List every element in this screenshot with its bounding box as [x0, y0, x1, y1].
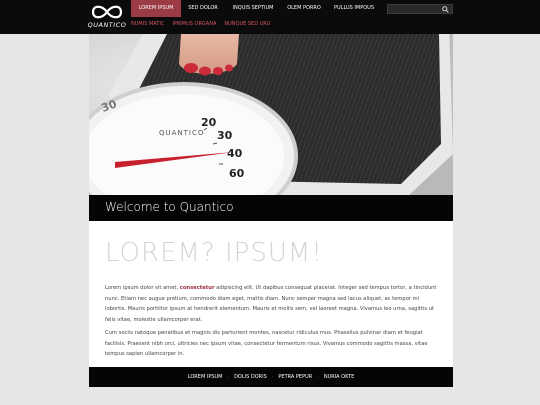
- emphasis-text: consectetur: [179, 285, 215, 291]
- site-logo[interactable]: QUANTICO: [86, 4, 128, 32]
- main-nav: LOREM IPSUM SED DOLOR INQUIS SEPTIUM OLE…: [131, 0, 381, 17]
- footer: LOREM IPSUM · DOLIS DORIS · PETRA PEPUR …: [89, 367, 453, 387]
- hero-image: 30 20 30 40 60 QUANTICO: [89, 34, 453, 195]
- footer-link-nuria-okte[interactable]: NURIA OKTE: [324, 374, 354, 380]
- svg-text:40: 40: [227, 147, 243, 160]
- footer-link-dolis-doris[interactable]: DOLIS DORIS: [234, 374, 267, 380]
- svg-text:30: 30: [217, 129, 233, 142]
- nav-item-pullus-impous[interactable]: PULLUS IMPOUS: [327, 0, 381, 17]
- nav-item-inquis-septium[interactable]: INQUIS SEPTIUM: [225, 0, 281, 17]
- subnav-item-nunque-sed-uru[interactable]: NUNQUE SED URU: [224, 19, 270, 29]
- footer-separator: ·: [227, 374, 230, 380]
- page-headline: LOREM? IPSUM!: [105, 238, 323, 268]
- sub-nav: NUMIS MATIC IPRIMUS ORGANA NUNQUE SED UR…: [131, 19, 270, 29]
- page-content: 30 20 30 40 60 QUANTICO Welcome to Quant…: [89, 34, 453, 387]
- nav-item-olem-porro[interactable]: OLEM PORRO: [281, 0, 327, 17]
- logo-text: QUANTICO: [87, 21, 127, 29]
- svg-text:20: 20: [201, 116, 217, 129]
- footer-link-petra-pepur[interactable]: PETRA PEPUR: [278, 374, 312, 380]
- search-icon[interactable]: [442, 6, 449, 13]
- welcome-bar: Welcome to Quantico: [89, 195, 453, 221]
- subnav-item-iprimus-organa[interactable]: IPRIMUS ORGANA: [172, 19, 216, 29]
- footer-link-lorem-ipsum[interactable]: LOREM IPSUM: [188, 374, 223, 380]
- nav-item-lorem-ipsum[interactable]: LOREM IPSUM: [131, 0, 181, 17]
- top-bar: QUANTICO LOREM IPSUM SED DOLOR INQUIS SE…: [0, 0, 540, 34]
- infinity-logo-icon: [91, 5, 123, 19]
- subnav-item-numis-matic[interactable]: NUMIS MATIC: [131, 19, 164, 29]
- footer-nav: LOREM IPSUM · DOLIS DORIS · PETRA PEPUR …: [89, 367, 453, 387]
- bathroom-scale-illustration: 30 20 30 40 60 QUANTICO: [89, 34, 453, 195]
- paragraph-text: Lorem ipsum dolor sit amet,: [105, 285, 180, 291]
- search-input[interactable]: [391, 5, 441, 13]
- body-paragraph-1: Lorem ipsum dolor sit amet, consectetur …: [105, 283, 439, 325]
- footer-separator: ·: [271, 374, 274, 380]
- svg-text:60: 60: [229, 167, 245, 180]
- svg-text:QUANTICO: QUANTICO: [159, 129, 204, 137]
- footer-separator: ·: [317, 374, 319, 380]
- body-paragraph-2: Cum sociis natoque penatibus et magnis d…: [105, 330, 428, 357]
- search-box: [387, 4, 453, 14]
- welcome-heading: Welcome to Quantico: [105, 200, 234, 214]
- nav-item-sed-dolor[interactable]: SED DOLOR: [181, 0, 225, 17]
